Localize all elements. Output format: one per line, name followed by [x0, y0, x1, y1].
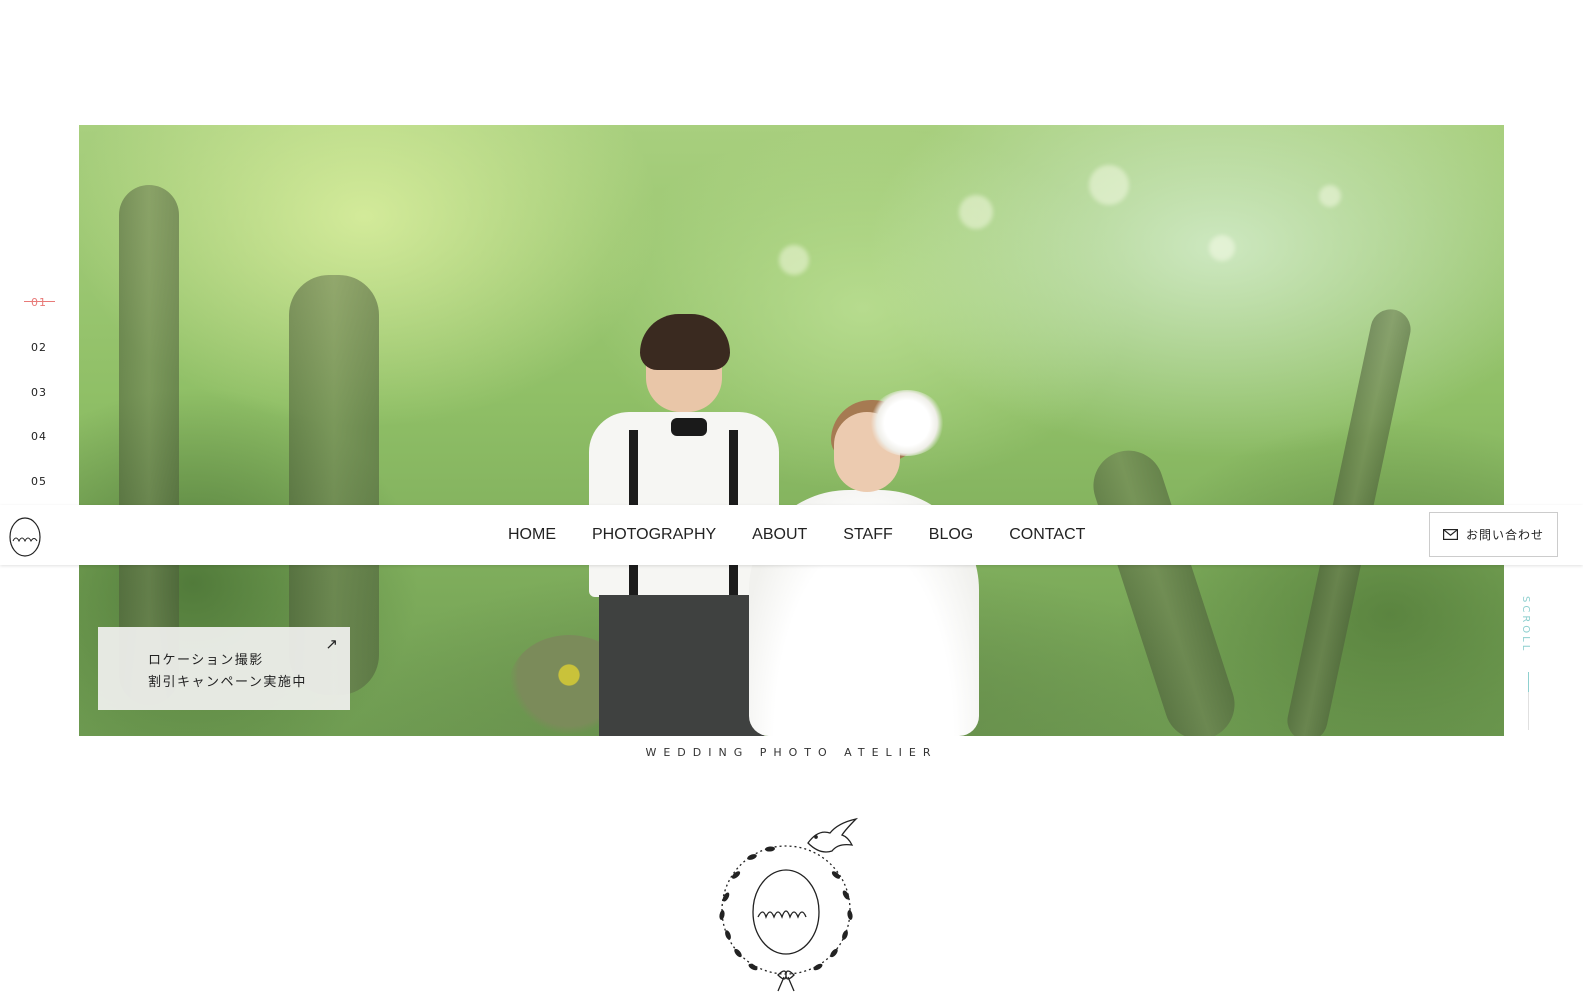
nav-photography[interactable]: PHOTOGRAPHY [592, 526, 716, 544]
arrow-up-right-icon: ↗ [325, 636, 338, 653]
inquiry-button-label: お問い合わせ [1465, 528, 1544, 542]
bokeh-light [1319, 185, 1341, 207]
groom-pants [599, 595, 764, 736]
main-navbar: HOME PHOTOGRAPHY ABOUT STAFF BLOG CONTAC… [0, 505, 1583, 565]
slide-indicator-04[interactable]: 04 [31, 430, 47, 443]
tagline: WEDDING PHOTO ATELIER [645, 746, 938, 759]
slide-indicator-01[interactable]: 01 [31, 296, 47, 309]
slide-indicator-02[interactable]: 02 [31, 341, 47, 354]
nav-blog[interactable]: BLOG [929, 526, 973, 544]
bokeh-light [959, 195, 993, 229]
groom-hair [640, 314, 730, 370]
tree-trunk [1084, 441, 1244, 736]
campaign-card[interactable]: ロケーション撮影 割引キャンペーン実施中 ↗ [98, 627, 350, 710]
nav-home[interactable]: HOME [508, 526, 556, 544]
inquiry-button[interactable]: お問い合わせ [1429, 512, 1558, 557]
campaign-line-2: 割引キャンペーン実施中 [148, 674, 307, 689]
nav-staff[interactable]: STAFF [843, 526, 892, 544]
wreath-logo-icon [719, 817, 859, 992]
bride-headpiece [869, 390, 945, 456]
bokeh-light [1089, 165, 1129, 205]
slide-indicator-05[interactable]: 05 [31, 475, 47, 488]
campaign-line-1: ロケーション撮影 [148, 652, 264, 667]
bow-tie [671, 418, 707, 436]
bokeh-light [779, 245, 809, 275]
slide-indicator-03[interactable]: 03 [31, 386, 47, 399]
primary-nav: HOME PHOTOGRAPHY ABOUT STAFF BLOG CONTAC… [508, 505, 1085, 565]
scroll-indicator-progress [1528, 672, 1529, 692]
active-slide-line [24, 301, 55, 302]
nav-contact[interactable]: CONTACT [1009, 526, 1085, 544]
scroll-indicator-label: SCROLL [1520, 596, 1531, 654]
bokeh-light [1209, 235, 1235, 261]
egg-logo-icon[interactable] [7, 513, 43, 559]
mail-icon [1442, 529, 1458, 540]
nav-about[interactable]: ABOUT [752, 526, 807, 544]
